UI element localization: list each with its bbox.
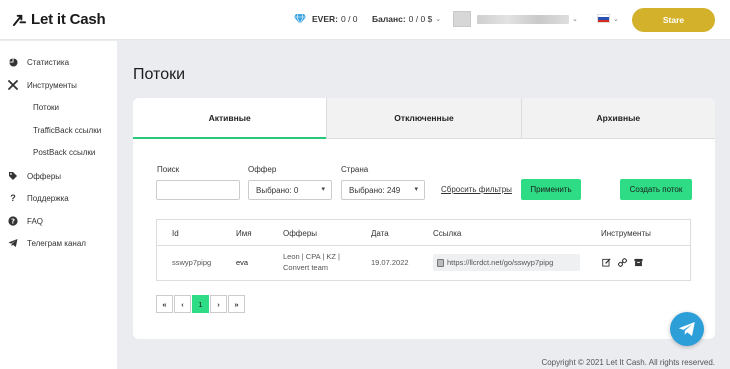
telegram-icon [678,322,695,336]
svg-text:?: ? [11,218,15,226]
flows-card: Активные Отключенные Архивные Поиск Оффе… [133,98,715,339]
cell-date: 19.07.2022 [371,258,409,267]
sidebar-item-faq[interactable]: ? FAQ [8,216,43,226]
column-header-offers: Офферы [283,229,318,238]
balance-dropdown[interactable]: Баланс: 0 / 0 $ ⌄ [372,14,441,24]
page-title: Потоки [133,66,186,83]
sidebar-item-telegram[interactable]: Телеграм канал [8,238,86,248]
page-next-button[interactable]: › [210,295,227,313]
country-label: Страна [341,165,369,174]
sidebar-item-label: Инструменты [27,80,77,90]
sidebar-item-label: Поддержка [27,193,69,203]
balance-label: Баланс: [372,14,406,24]
cell-id: sswyp7pipg [172,258,212,267]
ever-label: EVER: [312,14,338,24]
tab-active[interactable]: Активные [133,98,327,139]
sidebar-subitem-postback[interactable]: PostBack ссылки [33,148,95,157]
sidebar-item-offers[interactable]: Офферы [8,171,61,181]
pie-chart-icon [8,57,18,67]
diamond-icon [294,13,306,25]
page-last-button[interactable]: » [228,295,245,313]
cell-name: eva [236,258,249,267]
stare-button[interactable]: Stare [632,8,715,32]
flows-table: Id Имя Офферы Дата Ссылка Инструменты ss… [156,219,691,281]
telegram-float-button[interactable] [670,312,704,346]
caret-down-icon: ▾ [414,186,418,193]
create-flow-button[interactable]: Создать поток [620,179,692,200]
link-icon[interactable] [617,257,627,267]
pagination: « ‹ 1 › » [156,295,246,313]
sidebar-item-label: Статистика [27,57,70,67]
sidebar-item-support[interactable]: ? Поддержка [8,193,69,203]
offer-select[interactable]: Выбрано: 0 ▾ [248,180,332,200]
balance-value: 0 / 0 $ [408,14,433,24]
chevron-down-icon: ⌄ [435,16,442,23]
footer-copyright: Copyright © 2021 Let It Cash. All rights… [541,358,715,367]
language-select[interactable]: ⌄ [597,14,619,23]
question-icon: ? [10,193,16,203]
reset-filters-link[interactable]: Сбросить фильтры [441,185,512,194]
country-select[interactable]: Выбрано: 249 ▾ [341,180,425,200]
sidebar-item-statistics[interactable]: Статистика [8,57,69,67]
username-blurred [477,14,569,24]
cell-offers-line2: Convert team [283,263,329,272]
country-select-value: Выбрано: 249 [349,185,401,195]
tab-disabled[interactable]: Отключенные [326,98,521,139]
column-header-id: Id [172,229,179,238]
telegram-icon [8,238,18,248]
cell-offers-line1: Leon | CPA | KZ | [283,252,340,261]
flow-link-text: https://llcrdct.net/go/sswyp7pipg [447,258,554,267]
top-header: Let it Cash EVER: 0 / 0 Баланс: 0 / 0 $ … [0,0,730,40]
sidebar-item-tools[interactable]: Инструменты [8,80,77,90]
column-header-link: Ссылка [433,229,462,238]
sidebar-item-label: Телеграм канал [27,238,86,248]
avatar [453,11,471,27]
search-label: Поиск [157,165,180,174]
brand-logo[interactable]: Let it Cash [12,11,106,28]
flow-link-box[interactable]: https://llcrdct.net/go/sswyp7pipg [433,254,580,271]
copy-icon[interactable] [437,258,444,267]
sidebar-item-label: FAQ [27,216,44,226]
page-prev-button[interactable]: ‹ [174,295,191,313]
page-first-button[interactable]: « [156,295,173,313]
caret-down-icon: ▾ [321,186,325,193]
tab-archived[interactable]: Архивные [520,98,715,139]
column-header-name: Имя [236,229,252,238]
apply-button[interactable]: Применить [521,179,581,200]
chevron-down-icon: ⌄ [613,15,619,23]
ever-balance: EVER: 0 / 0 [293,13,358,25]
ever-value: 0 / 0 [340,14,358,24]
tools-icon [8,80,18,90]
russia-flag-icon [597,14,610,23]
search-input[interactable] [156,180,240,200]
page-current-button[interactable]: 1 [192,295,209,313]
archive-icon[interactable] [633,257,643,267]
question-circle-icon: ? [8,216,18,226]
divider [157,245,690,246]
chevron-down-icon: ⌄ [572,16,578,23]
brand-name: Let it Cash [31,11,106,28]
tag-icon [8,171,18,181]
sidebar-subitem-flows[interactable]: Потоки [33,103,59,112]
user-menu[interactable]: ⌄ [453,11,578,27]
offer-label: Оффер [248,165,277,174]
sidebar-subitem-trafficback[interactable]: TrafficBack ссылки [33,126,101,135]
sidebar: Статистика Инструменты Потоки TrafficBac… [0,41,117,369]
sidebar-item-label: Офферы [27,171,62,181]
column-header-date: Дата [371,229,389,238]
offer-select-value: Выбрано: 0 [256,185,299,195]
logo-mark-icon [12,14,27,27]
column-header-tools: Инструменты [601,229,651,238]
tabs: Активные Отключенные Архивные [133,98,715,139]
edit-icon[interactable] [601,257,611,267]
